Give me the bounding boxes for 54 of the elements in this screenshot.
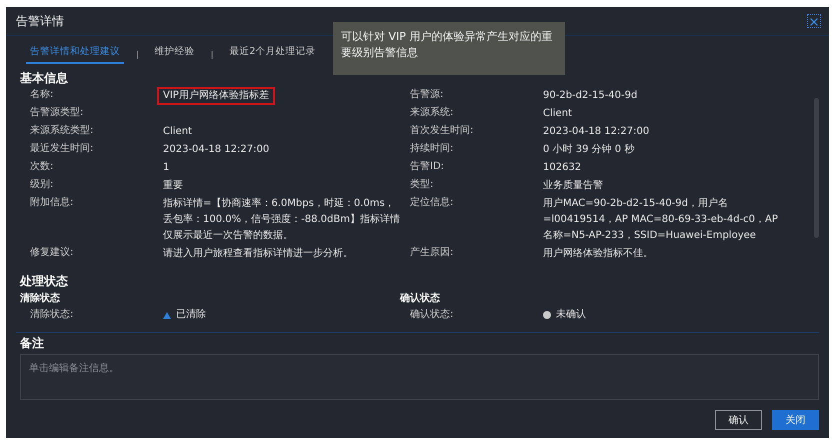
field-label: 附加信息:: [30, 196, 74, 210]
subsection-heading: 确认状态: [400, 292, 441, 306]
field-value: 用户MAC=90-2b-d2-15-40-9d，用户名=l00419514，AP MAC=80-69-33-eb-4d-c0，AP名称=N5-AP-233，SSID=Huawei-Employee: [542, 196, 779, 243]
tab[interactable]: 告警详情和处理建议: [26, 44, 124, 64]
field-label: 级别:: [30, 178, 54, 192]
tab[interactable]: 最近2个月处理记录: [225, 44, 320, 64]
field-label: 修复建议:: [30, 246, 74, 260]
field-value: 请进入用户旅程查看指标详情进一步分析。: [162, 246, 354, 261]
tab[interactable]: 维护经验: [150, 44, 199, 64]
field-label: 首次发生时间:: [410, 124, 474, 138]
section-heading: 备注: [20, 335, 45, 352]
field-label: 名称:: [30, 88, 54, 102]
field-label: 来源系统类型:: [30, 124, 94, 138]
section-heading: 处理状态: [20, 273, 69, 290]
field-label: 持续时间:: [410, 142, 454, 156]
field-value: Client: [542, 107, 573, 121]
field-label: 清除状态:: [30, 308, 74, 322]
field-label: 产生原因:: [410, 246, 454, 260]
scrollbar-thumb[interactable]: [814, 98, 819, 238]
field-value: 已清除: [176, 308, 206, 322]
subsection-heading: 清除状态: [20, 292, 61, 306]
field-value: 2023-04-18 12:27:00: [542, 125, 650, 139]
field-label: 确认状态:: [410, 308, 454, 322]
field-label: 最近发生时间:: [30, 142, 94, 156]
field-label: 告警ID:: [410, 160, 446, 174]
close-icon[interactable]: [807, 14, 821, 28]
field-label: 告警源:: [410, 88, 444, 102]
tab-separator: |: [136, 50, 139, 58]
window-title: 告警详情: [16, 12, 64, 30]
field-value: VIP用户网络体验指标差: [157, 87, 275, 105]
tab-separator: |: [210, 50, 214, 58]
field-label: 类型:: [410, 178, 434, 192]
field-label: 来源系统:: [410, 106, 454, 120]
field-value: 用户网络体验指标不佳。: [542, 246, 654, 261]
field-value: 2023-04-18 12:27:00: [162, 143, 270, 157]
field-value: 重要: [162, 178, 184, 193]
field-label: 告警源类型:: [30, 106, 84, 120]
field-value: 102632: [542, 161, 582, 175]
field-value: 90-2b-d2-15-40-9d: [542, 89, 638, 103]
triangle-icon: [163, 312, 171, 318]
notes-field[interactable]: 单击编辑备注信息。: [20, 354, 819, 400]
field-value: 未确认: [556, 308, 586, 322]
hint-tooltip: 可以针对 VIP 用户的体验异常产生对应的重要级别告警信息: [333, 22, 565, 75]
section-heading: 基本信息: [20, 70, 69, 87]
field-value: 1: [162, 161, 170, 175]
field-value: 业务质量告警: [542, 178, 604, 193]
field-label: 次数:: [30, 160, 54, 174]
field-value: Client: [162, 125, 193, 139]
field-label: 定位信息:: [410, 196, 454, 210]
circle-icon: [543, 311, 551, 319]
confirm-button[interactable]: 确认: [715, 410, 762, 430]
close-button[interactable]: 关闭: [772, 410, 819, 430]
field-value: 0 小时 39 分钟 0 秒: [542, 142, 636, 157]
field-value: 指标详情=【协商速率：6.0Mbps，时延：0.0ms，丢包率：100.0%，信号强度：-88.0dBm】指标详情仅展示最近一次告警的数据。: [162, 196, 401, 243]
